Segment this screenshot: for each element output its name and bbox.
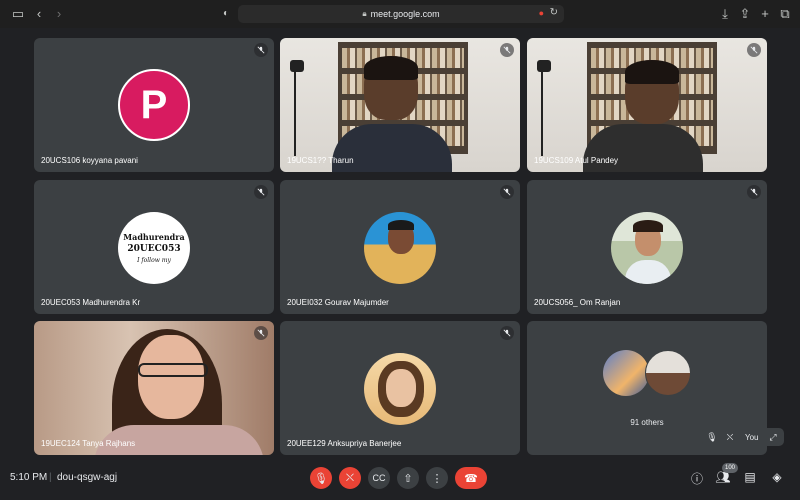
participant-tile[interactable]: Madhurendra 20UEC053 I follow my 20UEC05… (34, 180, 274, 314)
mic-off-icon (500, 326, 514, 340)
chat-icon[interactable]: ▤ (742, 470, 758, 484)
download-icon[interactable]: ⤓ (717, 6, 733, 22)
share-icon[interactable]: ⇪ (737, 6, 753, 22)
self-label: You (745, 432, 759, 442)
mic-off-icon (500, 185, 514, 199)
new-tab-icon[interactable]: + (757, 6, 773, 22)
participant-tile[interactable]: P 20UCS106 koyyana pavani (34, 38, 274, 172)
avatar (603, 350, 649, 396)
video-feed (527, 38, 767, 172)
divider: | (49, 472, 52, 483)
camera-off-icon: ⛌ (726, 431, 734, 442)
participant-tile[interactable]: 20UCS056_ Om Ranjan (527, 180, 767, 314)
captions-button[interactable]: CC (368, 467, 390, 489)
mic-off-icon (254, 326, 268, 340)
expand-icon[interactable]: ⤢ (766, 432, 780, 443)
participant-name: 19UEC124 Tanya Rajhans (41, 439, 136, 448)
others-count: 91 others (630, 418, 664, 427)
address-bar[interactable]: 🔒︎ meet.google.com ● ↻ (238, 5, 564, 23)
avatar (645, 350, 691, 396)
lock-icon: 🔒︎ (362, 9, 367, 18)
participant-tile[interactable]: 20UEI032 Gourav Majumder (280, 180, 520, 314)
forward-icon[interactable]: › (51, 6, 67, 22)
participant-tile[interactable]: 19UEC124 Tanya Rajhans (34, 321, 274, 455)
mic-off-icon (254, 185, 268, 199)
privacy-shield-icon[interactable]: ◐ (218, 6, 234, 22)
mic-off-icon: 🎙︎ (706, 431, 718, 442)
sidebar-toggle-icon[interactable]: ▭ (10, 6, 26, 22)
participant-name: 20UEI032 Gourav Majumder (287, 298, 389, 307)
avatar-text: 20UEC053 (127, 244, 181, 254)
mic-off-icon (500, 43, 514, 57)
info-icon[interactable]: ⓘ (689, 470, 705, 487)
participant-name: 19UCS109 Atul Pandey (534, 156, 619, 165)
mic-off-icon (254, 43, 268, 57)
mic-toggle-button[interactable]: 🎙︎ (310, 467, 332, 489)
participant-name: 19UCS1?? Tharun (287, 156, 354, 165)
leave-call-button[interactable]: ☎︎ (455, 467, 487, 489)
person-head (364, 56, 418, 120)
tab-overview-icon[interactable]: ⧉ (777, 6, 793, 22)
avatar (364, 353, 436, 425)
camera-toggle-button[interactable]: ⛌ (339, 467, 361, 489)
avatar-text: I follow my (137, 257, 171, 264)
participant-tile[interactable]: 20UEE129 Anksupriya Banerjee (280, 321, 520, 455)
avatar (364, 212, 436, 284)
avatar: P (118, 69, 190, 141)
activities-icon[interactable]: ◈ (769, 470, 785, 484)
back-icon[interactable]: ‹ (31, 6, 47, 22)
recording-mic-icon[interactable]: ● (539, 8, 544, 18)
meeting-code: dou-qsgw-agj (57, 472, 118, 483)
avatar (611, 212, 683, 284)
avatar: Madhurendra 20UEC053 I follow my (118, 212, 190, 284)
lamp (537, 60, 553, 156)
participant-tile[interactable]: 19UCS109 Atul Pandey (527, 38, 767, 172)
mic-off-icon (747, 43, 761, 57)
more-options-button[interactable]: ⋮ (426, 467, 448, 489)
url-text: meet.google.com (370, 9, 440, 19)
video-feed (34, 321, 274, 455)
present-button[interactable]: ⇧ (397, 467, 419, 489)
avatar-text: Madhurendra (123, 232, 185, 242)
avatar-letter: P (140, 82, 168, 127)
self-view-pill[interactable]: 🎙︎ ⛌ You ⤢ (702, 428, 784, 446)
participant-name: 20UCS106 koyyana pavani (41, 156, 138, 165)
mic-off-icon (747, 185, 761, 199)
participant-name: 20UCS056_ Om Ranjan (534, 298, 621, 307)
meeting-controls-bar: 5:10 PM | dou-qsgw-agj 🎙︎ ⛌ CC ⇧ ⋮ ☎︎ ⓘ … (0, 462, 800, 500)
participant-name: 20UEC053 Madhurendra Kr (41, 298, 141, 307)
browser-toolbar: ▭ ‹ › ◐ 🔒︎ meet.google.com ● ↻ ⤓ ⇪ + ⧉ (0, 0, 800, 28)
participant-tile[interactable]: 19UCS1?? Tharun (280, 38, 520, 172)
lamp (290, 60, 306, 156)
reload-icon[interactable]: ↻ (550, 7, 558, 18)
video-feed (280, 38, 520, 172)
clock: 5:10 PM (10, 472, 48, 483)
person-head (625, 60, 679, 124)
participant-count-badge: 100 (722, 463, 738, 473)
participant-name: 20UEE129 Anksupriya Banerjee (287, 439, 402, 448)
